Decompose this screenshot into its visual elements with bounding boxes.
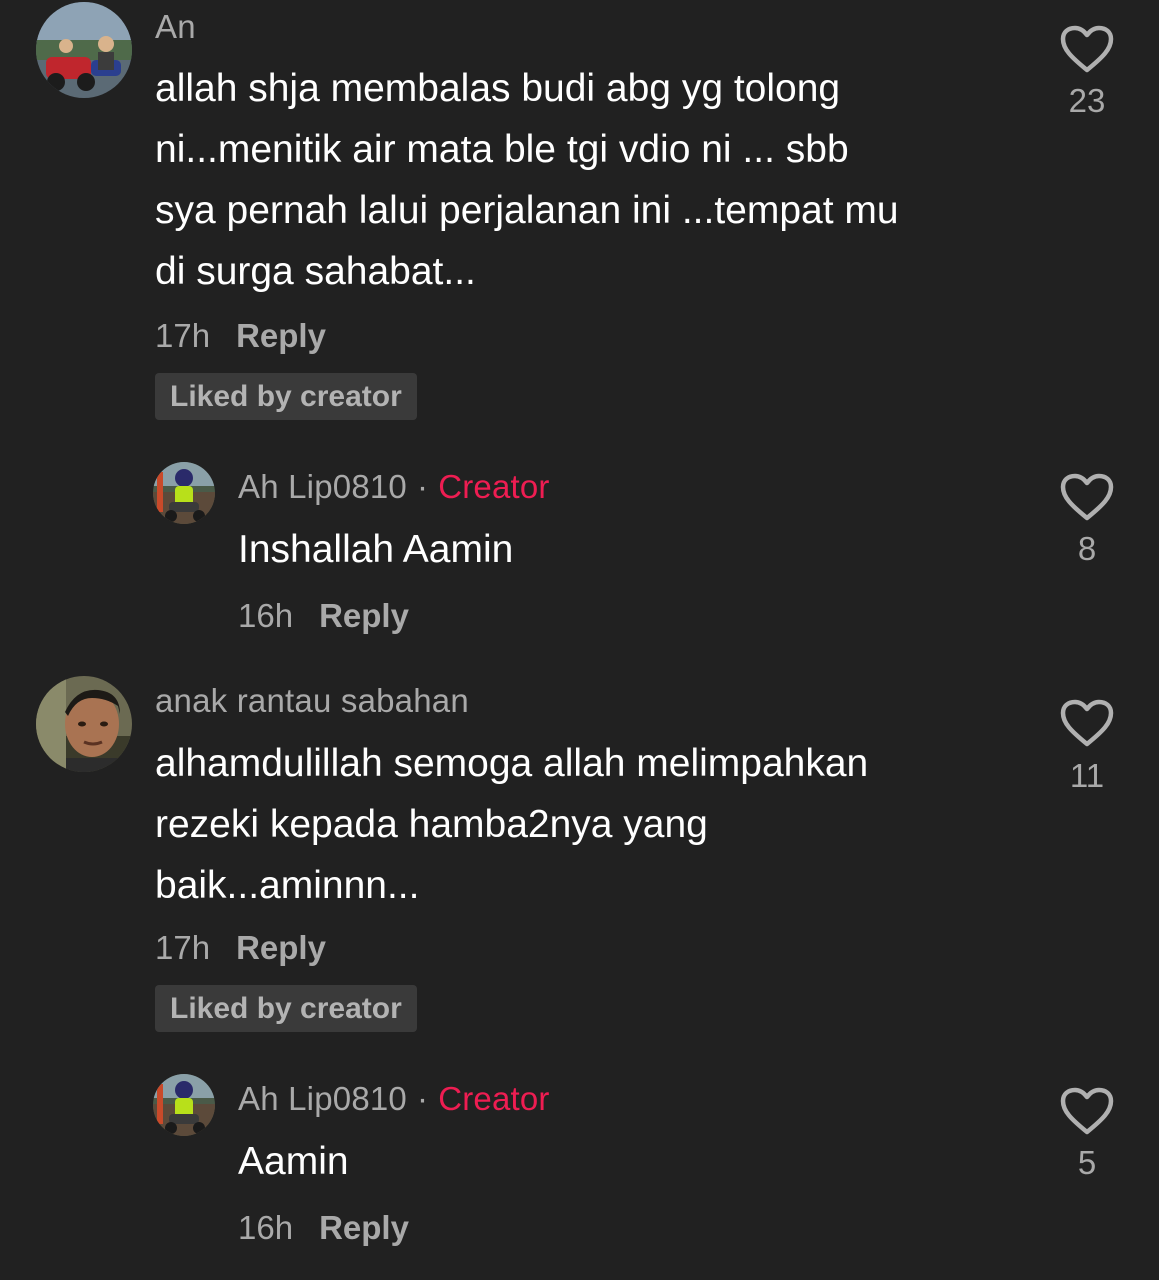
comment-line: sya pernah lalui perjalanan ini ...tempa…: [155, 189, 899, 232]
like-count: 8: [1077, 530, 1097, 567]
avatar-ah-lip[interactable]: [153, 462, 215, 524]
liked-by-creator-badge: Liked by creator: [155, 373, 417, 420]
like-count: 11: [1069, 757, 1105, 794]
comment-meta: 17h Reply: [155, 929, 326, 967]
heart-outline-icon: [1060, 473, 1114, 521]
heart-outline-icon: [1060, 1087, 1114, 1135]
like-button[interactable]: [1057, 1086, 1117, 1136]
comment-line: alhamdulillah semoga allah melimpahkan: [155, 742, 869, 785]
like-button[interactable]: [1057, 24, 1117, 74]
reply-time: 16h: [238, 597, 294, 634]
reply-text: Aamin: [238, 1140, 349, 1183]
avatar-image: [36, 2, 132, 98]
separator-dot: ·: [416, 468, 429, 505]
reply-meta: 16h Reply: [238, 597, 409, 635]
comment-line: allah shja membalas budi abg yg tolong: [155, 67, 841, 110]
reply-button[interactable]: Reply: [319, 1209, 409, 1246]
comment-line: rezeki kepada hamba2nya yang: [155, 803, 708, 846]
reply-button[interactable]: Reply: [236, 929, 326, 966]
avatar-ah-lip[interactable]: [153, 1074, 215, 1136]
comments-screen: An allah shja membalas budi abg yg tolon…: [0, 0, 1159, 1280]
like-count: 23: [1068, 82, 1106, 119]
reply-username-row: Ah Lip0810 · Creator: [238, 468, 550, 506]
avatar-anak-rantau[interactable]: [36, 676, 132, 772]
comment-text: alhamdulillah semoga allah melimpahkan r…: [155, 733, 868, 916]
comment-meta: 17h Reply: [155, 317, 326, 355]
avatar-an[interactable]: [36, 2, 132, 98]
reply-meta: 16h Reply: [238, 1209, 409, 1247]
like-count: 5: [1077, 1144, 1097, 1181]
comment-username[interactable]: An: [155, 8, 196, 46]
reply-text: Inshallah Aamin: [238, 528, 514, 571]
comment-time: 17h: [155, 317, 211, 354]
comment-time: 17h: [155, 929, 211, 966]
comment-line: di surga sahabat...: [155, 250, 476, 293]
reply-username[interactable]: Ah Lip0810: [238, 1080, 407, 1117]
creator-tag: Creator: [438, 468, 550, 505]
comment-username[interactable]: anak rantau sabahan: [155, 682, 469, 720]
reply-button[interactable]: Reply: [319, 597, 409, 634]
like-button[interactable]: [1057, 472, 1117, 522]
comment-line: ni...menitik air mata ble tgi vdio ni ..…: [155, 128, 849, 171]
reply-button[interactable]: Reply: [236, 317, 326, 354]
avatar-image: [36, 676, 132, 772]
reply-username-row: Ah Lip0810 · Creator: [238, 1080, 550, 1118]
reply-time: 16h: [238, 1209, 294, 1246]
avatar-image: [153, 462, 215, 524]
comment-line: baik...aminnn...: [155, 864, 420, 907]
reply-username[interactable]: Ah Lip0810: [238, 468, 407, 505]
separator-dot: ·: [416, 1080, 429, 1117]
heart-outline-icon: [1060, 25, 1114, 73]
avatar-image: [153, 1074, 215, 1136]
like-button[interactable]: [1057, 698, 1117, 748]
comment-text: allah shja membalas budi abg yg tolong n…: [155, 58, 899, 302]
liked-by-creator-badge: Liked by creator: [155, 985, 417, 1032]
creator-tag: Creator: [438, 1080, 550, 1117]
heart-outline-icon: [1060, 699, 1114, 747]
